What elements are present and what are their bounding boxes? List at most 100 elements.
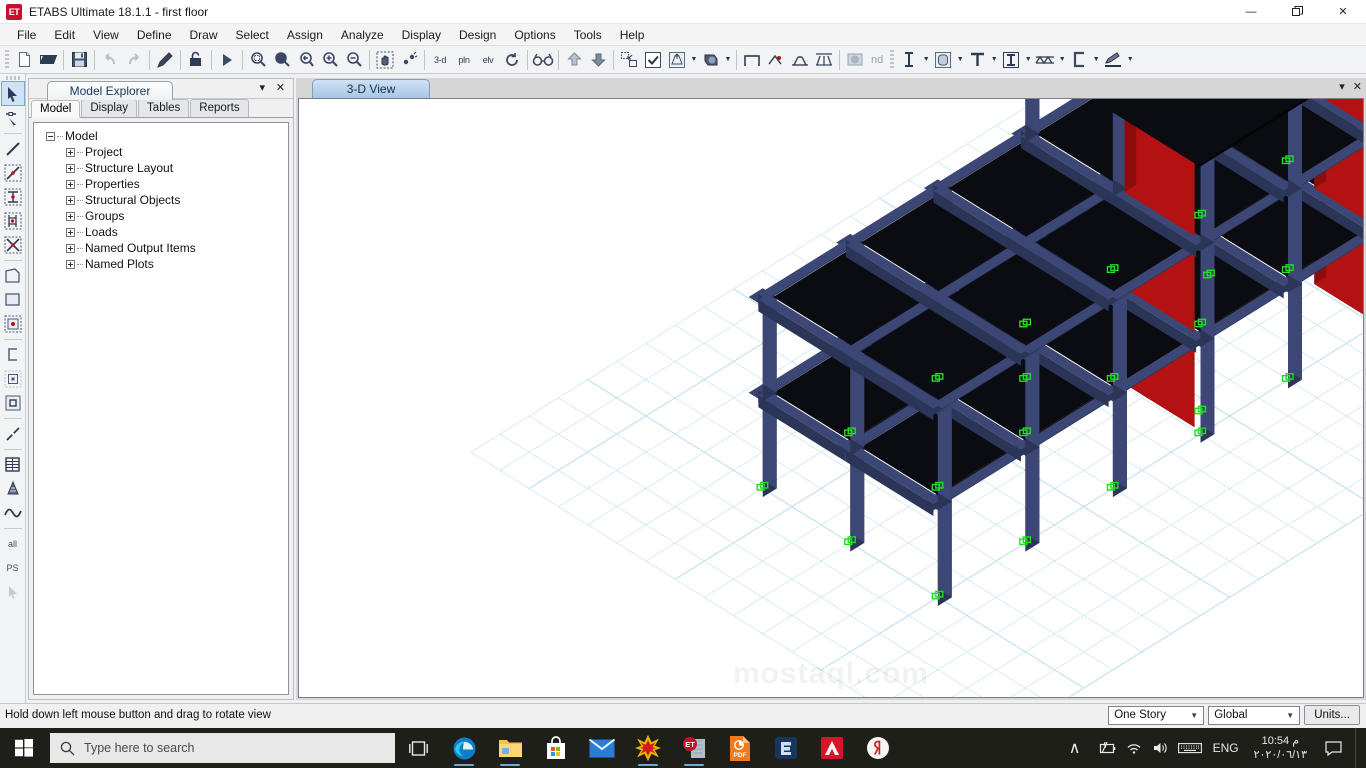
zoom-in-icon[interactable] (318, 48, 342, 72)
view-elevation-button[interactable]: elv (476, 48, 500, 72)
select-all-label-icon[interactable]: all (2, 532, 24, 555)
restraint-grid-icon[interactable] (812, 48, 836, 72)
restore-button[interactable] (1274, 0, 1320, 24)
draw-ramp-icon[interactable] (2, 477, 24, 500)
clear-selection-icon[interactable] (2, 580, 24, 603)
menu-display[interactable]: Display (393, 25, 450, 45)
menu-design[interactable]: Design (450, 25, 505, 45)
draw-diagonal-icon[interactable] (2, 422, 24, 445)
extrude-dropdown-caret[interactable]: ▼ (689, 48, 699, 72)
section-truss-icon[interactable] (1033, 48, 1057, 72)
rubber-band-icon[interactable] (397, 48, 421, 72)
section-wide-flange-icon[interactable] (999, 48, 1023, 72)
menu-options[interactable]: Options (505, 25, 564, 45)
extrude-cube-icon[interactable] (665, 48, 689, 72)
mail-icon[interactable] (579, 728, 625, 768)
draw-brace-icon[interactable] (2, 233, 24, 256)
edit-pen-icon[interactable] (153, 48, 177, 72)
tab-model[interactable]: Model (31, 100, 81, 118)
toolbar-grip[interactable] (5, 49, 9, 70)
tree-toggle-plus-icon[interactable] (66, 227, 75, 237)
tree-toggle-plus-icon[interactable] (66, 179, 75, 189)
model-canvas[interactable]: mostaql.com (298, 98, 1364, 698)
shading-dropdown-caret[interactable]: ▼ (723, 48, 733, 72)
new-file-icon[interactable] (12, 48, 36, 72)
tray-overflow-icon[interactable]: ∧ (1062, 728, 1088, 768)
section-truss-dropdown-caret[interactable]: ▼ (1057, 48, 1067, 72)
lock-icon[interactable] (184, 48, 208, 72)
menu-view[interactable]: View (84, 25, 128, 45)
draw-secondary-beam-icon[interactable] (2, 185, 24, 208)
tree-node-project[interactable]: Project (38, 144, 284, 160)
select-all-icon[interactable] (617, 48, 641, 72)
rotate-3d-icon[interactable] (500, 48, 524, 72)
units-button[interactable]: Units... (1304, 705, 1360, 725)
check-icon[interactable] (641, 48, 665, 72)
close-button[interactable]: ✕ (1320, 0, 1366, 24)
section-i-icon[interactable] (897, 48, 921, 72)
select-point-icon[interactable] (2, 106, 24, 129)
menu-define[interactable]: Define (128, 25, 181, 45)
explorer-collapse-icon[interactable]: ▾ (259, 81, 265, 94)
file-explorer-icon[interactable] (487, 728, 533, 768)
edge-icon[interactable] (441, 728, 487, 768)
tab-tables[interactable]: Tables (138, 99, 190, 117)
menu-help[interactable]: Help (611, 25, 654, 45)
tree-node-structure-layout[interactable]: Structure Layout (38, 160, 284, 176)
search-input[interactable]: Type here to search (50, 733, 395, 763)
release-icon[interactable] (764, 48, 788, 72)
tree-node-groups[interactable]: Groups (38, 208, 284, 224)
menu-assign[interactable]: Assign (278, 25, 332, 45)
shading-icon[interactable] (699, 48, 723, 72)
tree-toggle-plus-icon[interactable] (66, 243, 75, 253)
menu-tools[interactable]: Tools (565, 25, 611, 45)
menu-analyze[interactable]: Analyze (332, 25, 393, 45)
tree-node-named-plots[interactable]: Named Plots (38, 256, 284, 272)
spring-icon[interactable] (843, 48, 867, 72)
draw-rect-area-icon[interactable] (2, 288, 24, 311)
draw-pen-dropdown-caret[interactable]: ▼ (1125, 48, 1135, 72)
view-collapse-icon[interactable]: ▾ (1339, 80, 1345, 93)
glasses-icon[interactable] (531, 48, 555, 72)
autodesk-icon[interactable] (809, 728, 855, 768)
undo-icon[interactable] (98, 48, 122, 72)
view-plan-button[interactable]: pln (452, 48, 476, 72)
clock[interactable]: 10:54 م ٢٠٢٠/٠٦/١٣ (1250, 734, 1311, 762)
zoom-previous-icon[interactable] (294, 48, 318, 72)
minimize-button[interactable]: — (1228, 0, 1274, 24)
left-toolbar-grip[interactable] (5, 76, 20, 80)
coordinate-system-selector[interactable]: Global ▼ (1208, 705, 1301, 725)
story-selector[interactable]: One Story ▼ (1108, 705, 1205, 725)
draw-line-icon[interactable] (2, 137, 24, 160)
draw-point-icon[interactable] (2, 312, 24, 335)
section-channel-dropdown-caret[interactable]: ▼ (1091, 48, 1101, 72)
section-channel-icon[interactable] (1067, 48, 1091, 72)
tab-3d-view[interactable]: 3-D View (312, 79, 430, 98)
tree-node-structural-objects[interactable]: Structural Objects (38, 192, 284, 208)
toolbar-grip-2[interactable] (890, 49, 895, 70)
save-icon[interactable] (67, 48, 91, 72)
explorer-close-icon[interactable]: ✕ (276, 81, 285, 94)
task-view-icon[interactable] (395, 728, 441, 768)
wifi-icon[interactable] (1126, 741, 1143, 755)
draw-frame-icon[interactable] (2, 161, 24, 184)
volume-icon[interactable] (1152, 741, 1169, 755)
tree-node-model[interactable]: Model (38, 128, 284, 144)
language-indicator[interactable]: ENG (1211, 741, 1241, 755)
section-i-dropdown-caret[interactable]: ▼ (921, 48, 931, 72)
view-3d-button[interactable]: 3-d (428, 48, 452, 72)
etabs-icon[interactable]: ET (671, 728, 717, 768)
draw-grid-icon[interactable] (2, 453, 24, 476)
section-box-dropdown-caret[interactable]: ▼ (955, 48, 965, 72)
zoom-out-icon[interactable] (342, 48, 366, 72)
start-button[interactable] (0, 728, 48, 768)
draw-curve-icon[interactable] (2, 501, 24, 524)
frame-icon[interactable] (740, 48, 764, 72)
tree-toggle-plus-icon[interactable] (66, 163, 75, 173)
tree-node-properties[interactable]: Properties (38, 176, 284, 192)
menu-draw[interactable]: Draw (181, 25, 227, 45)
section-wf-dropdown-caret[interactable]: ▼ (1023, 48, 1033, 72)
model-3d-render[interactable] (299, 99, 1363, 697)
yandex-icon[interactable] (855, 728, 901, 768)
menu-select[interactable]: Select (227, 25, 278, 45)
